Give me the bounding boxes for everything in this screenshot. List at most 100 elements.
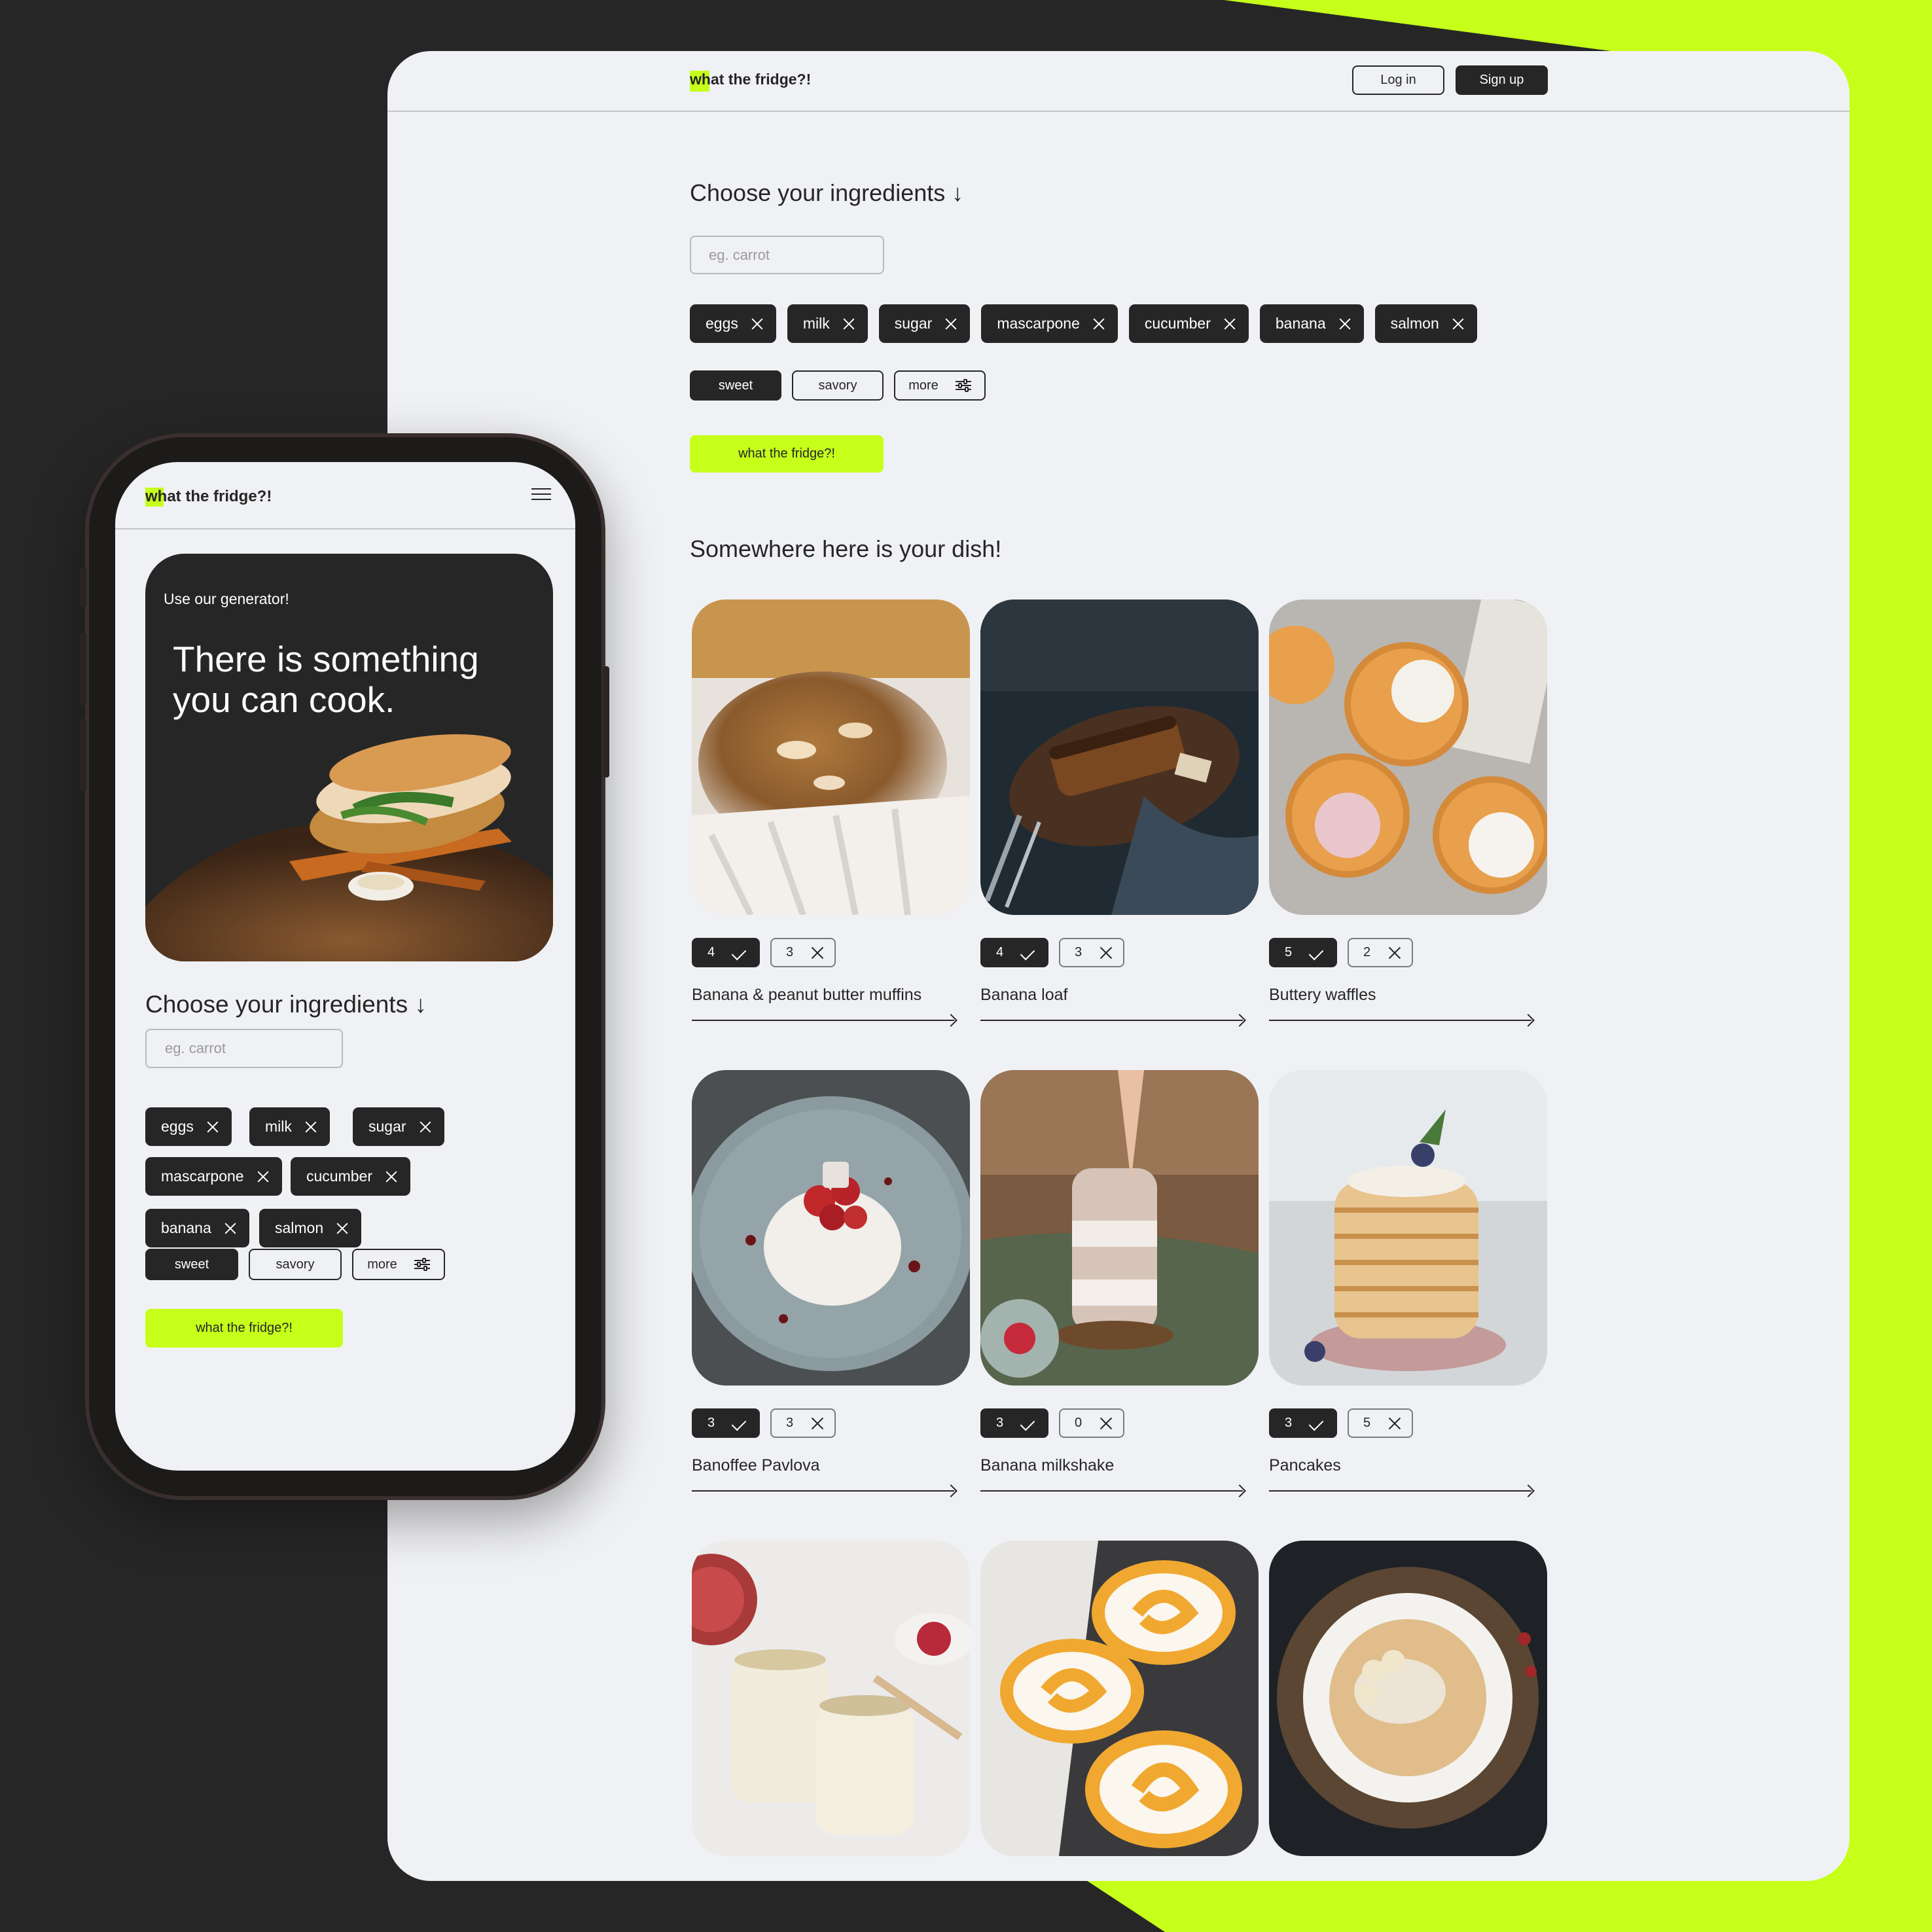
remove-icon[interactable] (1452, 318, 1464, 330)
mobile-filter-sweet[interactable]: sweet (145, 1249, 238, 1280)
dish-title[interactable]: Banana milkshake (980, 1456, 1259, 1475)
arrow-right-icon[interactable] (1269, 1484, 1534, 1497)
check-icon (1308, 947, 1325, 959)
ingredient-chip[interactable]: milk (787, 304, 868, 343)
missing-ingredients-badge: 3 (770, 938, 836, 967)
ingredient-chip[interactable]: salmon (1374, 304, 1477, 343)
close-icon (811, 946, 824, 959)
missing-ingredients-badge: 3 (770, 1408, 836, 1438)
check-icon (1308, 1418, 1325, 1429)
dish-title[interactable]: Banana loaf (980, 986, 1259, 1005)
hamburger-menu-icon[interactable] (531, 488, 551, 501)
phone-side-button (603, 666, 609, 778)
mobile-logo[interactable]: what the fridge?! (145, 488, 272, 507)
remove-icon[interactable] (420, 1121, 431, 1133)
remove-icon[interactable] (257, 1171, 269, 1183)
dish-title[interactable]: Pancakes (1269, 1456, 1547, 1475)
phone-side-button (80, 719, 86, 791)
dish-title[interactable]: Banoffee Pavlova (692, 1456, 970, 1475)
arrow-right-icon[interactable] (692, 1014, 957, 1027)
dish-image-waffles[interactable] (1269, 599, 1547, 915)
matched-ingredients-badge: 4 (692, 938, 760, 967)
mobile-ingredient-chip[interactable]: salmon (259, 1209, 362, 1247)
remove-icon[interactable] (1093, 318, 1105, 330)
dish-image-pancakes[interactable] (1269, 1070, 1547, 1386)
dish-title[interactable]: Banana & peanut butter muffins (692, 986, 970, 1005)
mobile-ingredient-search-input[interactable]: eg. carrot (145, 1029, 343, 1068)
close-icon (1388, 946, 1401, 959)
dish-card[interactable]: 4 3 Banana loaf (980, 599, 1259, 1027)
dish-image-muffins[interactable] (692, 599, 970, 915)
check-icon (1020, 1418, 1037, 1429)
remove-icon[interactable] (945, 318, 957, 330)
mobile-ingredient-chip[interactable]: mascarpone (145, 1157, 282, 1196)
filter-savory[interactable]: savory (792, 370, 884, 401)
hero-title: There is something you can cook. (173, 639, 479, 720)
desktop-header: what the fridge?! Log in Sign up (387, 51, 1850, 112)
signup-button[interactable]: Sign up (1456, 65, 1548, 95)
remove-icon[interactable] (305, 1121, 317, 1133)
dish-card[interactable] (692, 1541, 970, 1856)
arrow-right-icon[interactable] (1269, 1014, 1534, 1027)
remove-icon[interactable] (843, 318, 855, 330)
dish-title[interactable]: Buttery waffles (1269, 986, 1547, 1005)
dish-card[interactable]: 3 5 Pancakes (1269, 1070, 1547, 1497)
dish-card[interactable]: 3 0 Banana milkshake (980, 1070, 1259, 1497)
mobile-filter-more[interactable]: more (352, 1249, 445, 1280)
dish-image-banana-loaf[interactable] (980, 599, 1259, 915)
remove-icon[interactable] (336, 1223, 348, 1234)
login-button[interactable]: Log in (1352, 65, 1444, 95)
dish-card[interactable]: 4 3 Banana & peanut butter muffins (692, 599, 970, 1027)
remove-icon[interactable] (224, 1223, 236, 1234)
check-icon (1020, 947, 1037, 959)
remove-icon[interactable] (1224, 318, 1236, 330)
missing-ingredients-badge: 5 (1348, 1408, 1413, 1438)
remove-icon[interactable] (751, 318, 763, 330)
arrow-right-icon[interactable] (692, 1484, 957, 1497)
ingredient-chip[interactable]: eggs (690, 304, 776, 343)
desktop-logo[interactable]: what the fridge?! (690, 71, 811, 92)
ingredient-search-input[interactable]: eg. carrot (690, 236, 884, 274)
matched-ingredients-badge: 5 (1269, 938, 1337, 967)
dish-card[interactable] (1269, 1541, 1547, 1856)
remove-icon[interactable] (207, 1121, 219, 1133)
dish-image-yogurt-jars[interactable] (692, 1541, 970, 1856)
dish-image-smoothie-bowl[interactable] (1269, 1541, 1547, 1856)
missing-ingredients-badge: 3 (1059, 938, 1124, 967)
remove-icon[interactable] (1339, 318, 1351, 330)
remove-icon[interactable] (385, 1171, 397, 1183)
mobile-ingredient-chip[interactable]: sugar (353, 1107, 444, 1146)
generate-button[interactable]: what the fridge?! (690, 435, 884, 473)
mobile-filter-group: sweet savory more (145, 1249, 445, 1280)
filter-more[interactable]: more (894, 370, 986, 401)
missing-ingredients-badge: 2 (1348, 938, 1413, 967)
ingredient-chip[interactable]: cucumber (1128, 304, 1249, 343)
dish-card[interactable] (980, 1541, 1259, 1856)
mobile-header: what the fridge?! (115, 462, 575, 529)
mobile-phone-frame: what the fridge?! Use our generator! The… (80, 433, 609, 1500)
hero-subtitle: Use our generator! (164, 590, 289, 607)
mobile-generate-button[interactable]: what the fridge?! (145, 1309, 343, 1348)
mobile-ingredient-chip[interactable]: eggs (145, 1107, 232, 1146)
ingredient-chip[interactable]: banana (1259, 304, 1364, 343)
dish-image-milkshake[interactable] (980, 1070, 1259, 1386)
mobile-ingredient-chip[interactable]: milk (249, 1107, 330, 1146)
matched-ingredients-badge: 3 (692, 1408, 760, 1438)
sliders-icon (955, 379, 971, 392)
dish-card[interactable]: 3 3 Banoffee Pavlova (692, 1070, 970, 1497)
dish-image-pavlova[interactable] (692, 1070, 970, 1386)
ingredient-chip[interactable]: mascarpone (981, 304, 1118, 343)
filter-sweet[interactable]: sweet (690, 370, 781, 401)
mobile-ingredients-heading: Choose your ingredients ↓ (145, 991, 427, 1018)
mobile-filter-savory[interactable]: savory (249, 1249, 342, 1280)
dish-image-roll-cake[interactable] (980, 1541, 1259, 1856)
arrow-right-icon[interactable] (980, 1484, 1245, 1497)
mobile-ingredient-chip[interactable]: banana (145, 1209, 249, 1247)
arrow-right-icon[interactable] (980, 1014, 1245, 1027)
mobile-ingredient-chip[interactable]: cucumber (291, 1157, 410, 1196)
ingredient-chip[interactable]: sugar (878, 304, 971, 343)
phone-side-button (80, 568, 86, 607)
dish-card[interactable]: 5 2 Buttery waffles (1269, 599, 1547, 1027)
close-icon (1388, 1417, 1401, 1430)
close-icon (1100, 1417, 1113, 1430)
